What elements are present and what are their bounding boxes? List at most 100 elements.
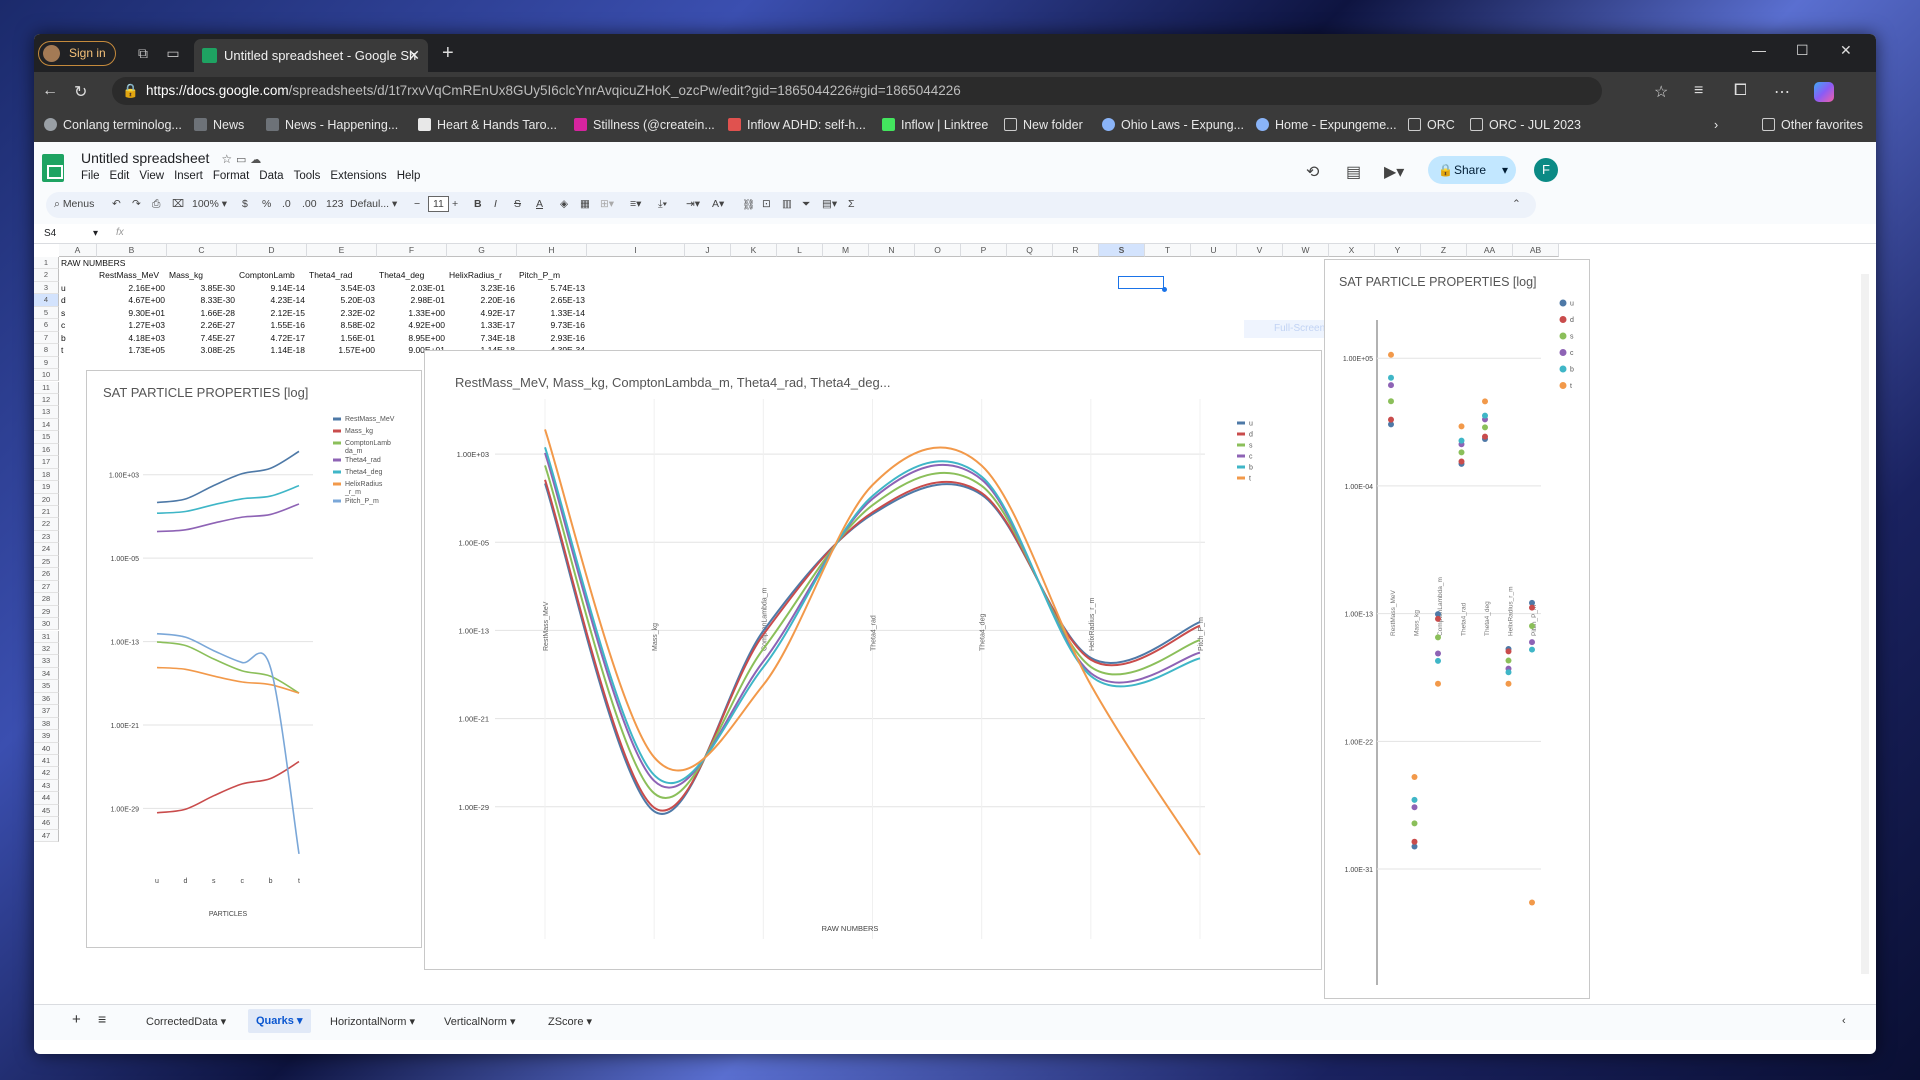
close-window-icon[interactable]: ✕ — [1840, 42, 1852, 59]
print-icon[interactable]: ⎙ — [152, 198, 160, 211]
grid-cell[interactable]: d — [61, 294, 95, 306]
grid-cell[interactable]: 9.73E-16 — [519, 319, 586, 331]
grid-cell[interactable]: 1.33E+00 — [379, 307, 445, 319]
share-button[interactable]: 🔒 Share ▾ — [1428, 156, 1516, 184]
font-select[interactable]: Defaul... ▾ — [350, 198, 397, 210]
font-size-plus-icon[interactable]: + — [452, 198, 458, 210]
row-header[interactable]: 9 — [34, 356, 59, 370]
grid-cell[interactable]: 1.14E-18 — [239, 344, 306, 356]
redo-icon[interactable]: ↷ — [132, 198, 141, 210]
grid-cell[interactable]: 4.18E+03 — [99, 332, 165, 344]
row-header[interactable]: 20 — [34, 493, 59, 506]
filter-icon[interactable]: ⏷ — [802, 198, 810, 211]
rotate-icon[interactable]: A▾ — [712, 198, 724, 210]
favorite-star-icon[interactable]: ☆ — [1654, 82, 1668, 102]
all-sheets-icon[interactable]: ≡ — [98, 1011, 106, 1027]
row-header[interactable]: 39 — [34, 730, 59, 743]
site-info-icon[interactable]: 🔒 — [122, 77, 139, 105]
column-header[interactable]: E — [307, 244, 377, 257]
grid-cell[interactable]: ComptonLamb — [239, 269, 305, 281]
menu-help[interactable]: Help — [397, 170, 421, 182]
grid-cell[interactable]: 8.58E-02 — [309, 319, 376, 331]
valign-icon[interactable]: ⤓▾ — [658, 198, 667, 211]
grid-cell[interactable]: 2.26E-27 — [169, 319, 236, 331]
menu-edit[interactable]: Edit — [110, 170, 130, 182]
grid-cell[interactable]: 1.33E-14 — [519, 307, 586, 319]
collapse-toolbar-icon[interactable]: ⌃ — [1512, 198, 1521, 210]
grid-cell[interactable]: HelixRadius_r — [449, 269, 515, 281]
row-header[interactable]: 5 — [34, 306, 59, 320]
column-header[interactable]: T — [1145, 244, 1191, 257]
grid-cell[interactable]: 8.33E-30 — [169, 294, 236, 306]
grid-cell[interactable]: 4.23E-14 — [239, 294, 306, 306]
percent-format-button[interactable]: % — [262, 198, 271, 210]
italic-icon[interactable]: I — [494, 198, 497, 210]
chevron-down-icon[interactable]: ▾ — [1502, 156, 1508, 184]
strikethrough-icon[interactable]: S — [514, 198, 521, 210]
menu-format[interactable]: Format — [213, 170, 249, 182]
version-history-icon[interactable]: ⟲ — [1306, 162, 1319, 182]
column-header[interactable]: AB — [1513, 244, 1559, 257]
column-header[interactable]: U — [1191, 244, 1237, 257]
grid-cell[interactable]: 4.92E-17 — [449, 307, 516, 319]
row-header[interactable]: 37 — [34, 705, 59, 718]
row-header[interactable]: 13 — [34, 406, 59, 419]
zoom-select[interactable]: 100% ▾ — [192, 198, 227, 210]
close-tab-icon[interactable]: ✕ — [408, 39, 420, 72]
menu-view[interactable]: View — [139, 170, 164, 182]
column-header[interactable]: AA — [1467, 244, 1513, 257]
row-header[interactable]: 11 — [34, 381, 59, 394]
row-header[interactable]: 29 — [34, 605, 59, 619]
row-header[interactable]: 18 — [34, 468, 59, 482]
merge-cells-icon[interactable]: ⊞▾ — [600, 198, 614, 210]
grid-cell[interactable]: 2.12E-15 — [239, 307, 306, 319]
row-header[interactable]: 3 — [34, 281, 59, 295]
font-size-input[interactable]: 11 — [428, 196, 449, 212]
grid-cell[interactable]: 2.98E-01 — [379, 294, 446, 306]
column-header[interactable]: I — [587, 244, 685, 257]
grid-cell[interactable]: 2.03E-01 — [379, 282, 446, 294]
bookmark-item[interactable]: Inflow | Linktree — [882, 118, 988, 132]
grid-cell[interactable]: u — [61, 282, 95, 294]
column-header[interactable]: L — [777, 244, 823, 257]
grid-cell[interactable]: 9.30E+01 — [99, 307, 165, 319]
column-header[interactable]: J — [685, 244, 731, 257]
row-header[interactable]: 38 — [34, 717, 59, 731]
sheets-logo-icon[interactable] — [42, 154, 64, 182]
grid-cell[interactable]: Pitch_P_m — [519, 269, 585, 281]
maximize-icon[interactable]: ☐ — [1796, 42, 1809, 59]
column-header[interactable]: C — [167, 244, 237, 257]
decrease-decimal-button[interactable]: .0 — [282, 198, 291, 210]
minimize-icon[interactable]: — — [1752, 42, 1766, 58]
chart-scatter[interactable]: SAT PARTICLE PROPERTIES [log] 1.00E+05 1.0… — [1324, 259, 1590, 999]
name-box[interactable]: S4 ▾ — [44, 228, 98, 239]
other-favorites[interactable]: Other favorites — [1762, 118, 1863, 132]
grid-cell[interactable]: 3.54E-03 — [309, 282, 376, 294]
font-size-minus-icon[interactable]: − — [414, 198, 420, 210]
grid-cell[interactable]: 1.55E-16 — [239, 319, 306, 331]
row-header[interactable]: 26 — [34, 568, 59, 581]
row-header[interactable]: 12 — [34, 393, 59, 407]
chart-small-line[interactable]: SAT PARTICLE PROPERTIES [log] 1.00E+03 1.0… — [86, 370, 422, 948]
grid-cell[interactable]: s — [61, 307, 95, 319]
grid-cell[interactable]: 1.66E-28 — [169, 307, 236, 319]
favorites-icon[interactable]: ≡ — [1694, 82, 1703, 100]
column-header[interactable]: Z — [1421, 244, 1467, 257]
sheet-grid[interactable]: A B C D E F G H I J K L M N O P Q R S T U V W X Y Z AA AB 123456789… — [34, 244, 1876, 1004]
tab-actions-icon[interactable]: ▭ — [164, 44, 182, 62]
row-header[interactable]: 43 — [34, 779, 59, 793]
column-header[interactable]: F — [377, 244, 447, 257]
borders-icon[interactable]: ▦ — [580, 198, 590, 210]
row-header[interactable]: 33 — [34, 655, 59, 668]
grid-cell[interactable]: Theta4_rad — [309, 269, 375, 281]
row-header[interactable]: 34 — [34, 667, 59, 681]
row-header[interactable]: 35 — [34, 680, 59, 693]
comments-icon[interactable]: ▤ — [1346, 162, 1361, 182]
bookmark-item[interactable]: Inflow ADHD: self-h... — [728, 118, 866, 132]
star-icon[interactable]: ☆ — [221, 152, 232, 166]
grid-cell[interactable]: 7.34E-18 — [449, 332, 516, 344]
back-icon[interactable]: ← — [42, 82, 58, 100]
column-header[interactable]: G — [447, 244, 517, 257]
row-header[interactable]: 16 — [34, 443, 59, 457]
menu-extensions[interactable]: Extensions — [330, 170, 386, 182]
